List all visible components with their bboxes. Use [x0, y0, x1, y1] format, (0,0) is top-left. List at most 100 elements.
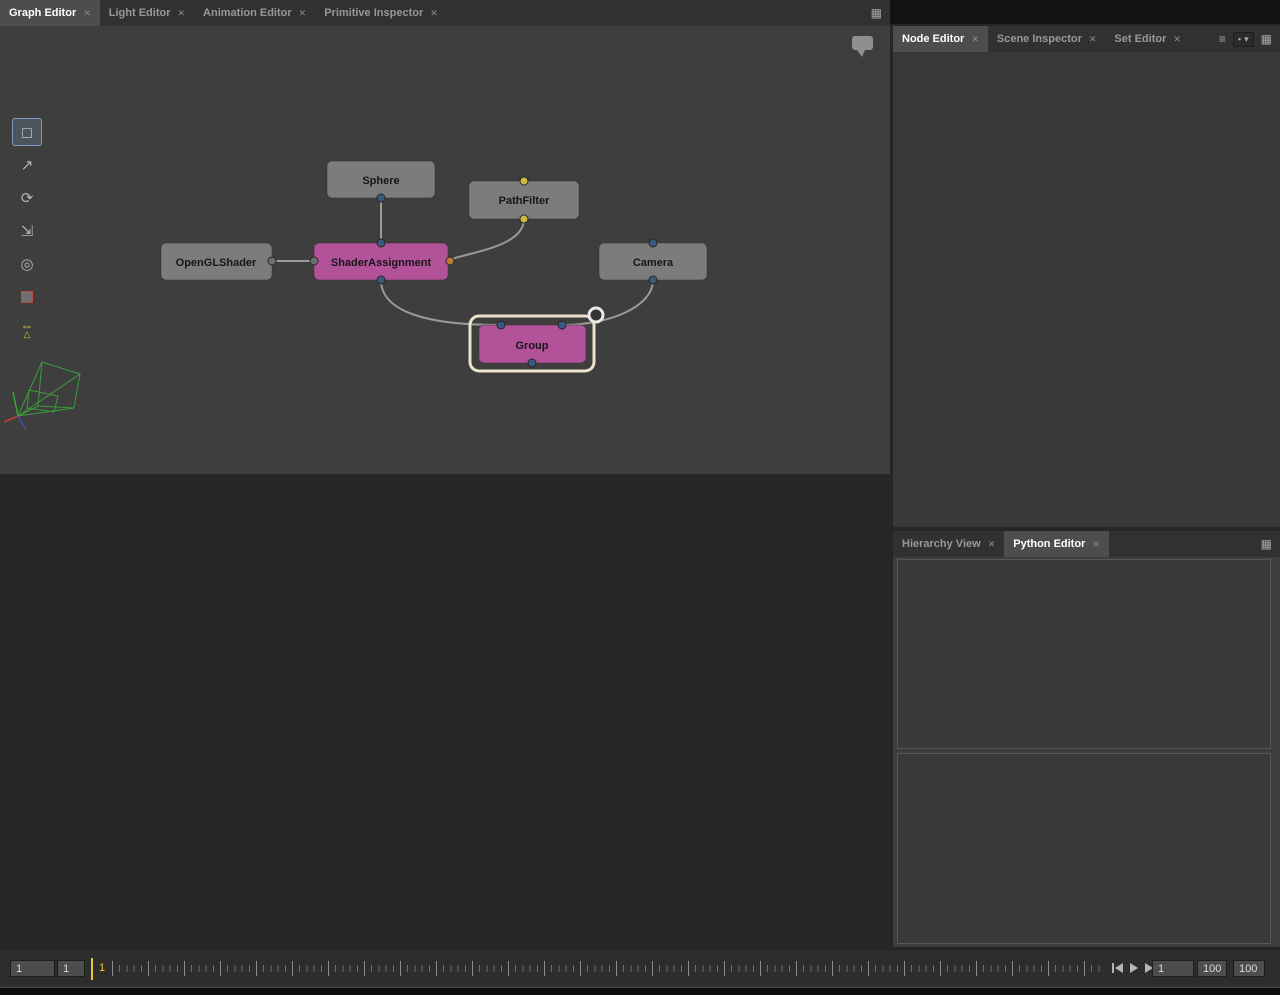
graph-node-pathfilter[interactable]: PathFilter	[469, 181, 579, 219]
window-edge	[0, 987, 1280, 995]
scale-tool[interactable]: ⇲	[12, 217, 42, 245]
plug-pathfilter-out[interactable]	[520, 215, 528, 223]
playhead-label: 1	[99, 962, 105, 974]
wire-camera-group[interactable]	[564, 280, 653, 325]
range-end-field[interactable]: 100	[1197, 960, 1227, 977]
numeric-bookmark-icon[interactable]: ≡	[1219, 32, 1226, 46]
plug-camera-out[interactable]	[649, 276, 657, 284]
plug-shaderassignment-shader[interactable]	[310, 257, 318, 265]
tab-label: Primitive Inspector	[324, 7, 423, 19]
rotate-tool[interactable]: ⟳	[12, 184, 42, 212]
tab-python-editor[interactable]: Python Editor ✕	[1004, 531, 1109, 557]
graph-editor-panel: Graph Editor ✕ Light Editor ✕ Animation …	[0, 0, 890, 474]
play-button[interactable]	[1130, 963, 1138, 973]
translate-tool[interactable]: ↗	[12, 151, 42, 179]
layout-grid-icon[interactable]: ▦	[871, 6, 882, 20]
close-tab-icon[interactable]: ✕	[178, 8, 186, 19]
bottom-right-tabbar: Hierarchy View ✕ Python Editor ✕ ▦	[893, 531, 1280, 557]
crop-window-icon	[21, 291, 33, 303]
range-start-value: 1	[16, 963, 22, 975]
bottom-right-panel: Hierarchy View ✕ Python Editor ✕ ▦	[893, 531, 1280, 947]
vertical-splitter[interactable]	[890, 26, 893, 947]
node-graph-canvas[interactable]: Sphere PathFilter OpenGLShader ShaderAss…	[0, 26, 890, 474]
camera-tool-base-icon: △	[24, 330, 31, 338]
right-horizontal-splitter[interactable]	[893, 527, 1280, 531]
tab-label: Light Editor	[109, 7, 171, 19]
annotation-icon[interactable]	[852, 36, 873, 57]
node-label: PathFilter	[499, 195, 550, 207]
crop-window-tool[interactable]	[12, 283, 42, 311]
camera-tool[interactable]: ⇔△	[12, 316, 42, 344]
close-tab-icon[interactable]: ✕	[988, 539, 996, 550]
tab-light-editor[interactable]: Light Editor ✕	[100, 0, 194, 26]
python-output-area[interactable]	[897, 559, 1271, 749]
plug-camera-in[interactable]	[649, 239, 657, 247]
plug-sphere-out[interactable]	[377, 194, 385, 202]
close-tab-icon[interactable]: ✕	[83, 8, 91, 19]
graph-node-openglshader[interactable]: OpenGLShader	[161, 243, 272, 280]
transport-controls	[1112, 963, 1156, 973]
tab-animation-editor[interactable]: Animation Editor ✕	[194, 0, 315, 26]
graph-node-shaderassignment[interactable]: ShaderAssignment	[314, 243, 448, 280]
tab-node-editor[interactable]: Node Editor ✕	[893, 26, 988, 52]
range-start-field[interactable]: 1	[10, 960, 55, 977]
close-tab-icon[interactable]: ✕	[1092, 539, 1100, 550]
chevron-down-icon: ▾	[1244, 34, 1249, 45]
plug-group-in0[interactable]	[497, 321, 505, 329]
tab-label: Graph Editor	[9, 7, 76, 19]
graph-tabbar: Graph Editor ✕ Light Editor ✕ Animation …	[0, 0, 890, 26]
plug-shaderassignment-filter[interactable]	[446, 257, 454, 265]
wire-shaderassignment-group[interactable]	[381, 280, 499, 325]
python-input-area[interactable]	[897, 753, 1271, 944]
tab-graph-editor[interactable]: Graph Editor ✕	[0, 0, 100, 26]
close-tab-icon[interactable]: ✕	[299, 8, 307, 19]
current-frame-value: 1	[1158, 963, 1164, 975]
tab-primitive-inspector[interactable]: Primitive Inspector ✕	[315, 0, 447, 26]
major-ticks	[112, 961, 1104, 976]
tab-label: Set Editor	[1114, 33, 1166, 45]
viewer-tools: ◻ ↗ ⟳ ⇲ ◎ ⇔△	[12, 118, 42, 344]
wire-pathfilter-shaderassignment[interactable]	[452, 219, 524, 259]
select-tool[interactable]: ◻	[12, 118, 42, 146]
translate-tool-icon: ↗	[21, 156, 34, 174]
node-editor-tabbar: Node Editor ✕ Scene Inspector ✕ Set Edit…	[893, 26, 1280, 52]
rotate-tool-icon: ⟳	[21, 189, 34, 207]
range-end-value: 100	[1203, 963, 1221, 975]
tab-label: Scene Inspector	[997, 33, 1082, 45]
skip-start-button[interactable]	[1112, 963, 1123, 973]
tab-label: Node Editor	[902, 33, 964, 45]
plug-openglshader-out[interactable]	[268, 257, 276, 265]
playhead-marker[interactable]	[91, 958, 93, 980]
plug-group-out[interactable]	[528, 359, 536, 367]
tab-label: Hierarchy View	[902, 538, 981, 550]
tab-set-editor[interactable]: Set Editor ✕	[1105, 26, 1190, 52]
left-horizontal-splitter[interactable]	[0, 470, 890, 473]
graph-node-camera[interactable]: Camera	[599, 243, 707, 280]
close-tab-icon[interactable]: ✕	[1089, 34, 1097, 45]
transform-tool-icon: ◎	[20, 255, 33, 273]
range-end-alt-field[interactable]: 100	[1233, 960, 1265, 977]
camera-gizmo	[2, 352, 94, 444]
tab-scene-inspector[interactable]: Scene Inspector ✕	[988, 26, 1106, 52]
layout-grid-icon[interactable]: ▦	[1261, 32, 1272, 46]
range-end-alt-value: 100	[1239, 963, 1257, 975]
close-tab-icon[interactable]: ✕	[971, 34, 979, 45]
plug-pathfilter-in[interactable]	[520, 177, 528, 185]
close-tab-icon[interactable]: ✕	[1173, 34, 1181, 45]
range-start-alt-field[interactable]: 1	[57, 960, 85, 977]
node-label: Camera	[633, 257, 674, 269]
square-icon: ▪	[1238, 34, 1241, 44]
transform-tool[interactable]: ◎	[12, 250, 42, 278]
node-set-dropdown[interactable]: ▪ ▾	[1233, 32, 1254, 47]
timeline-scrubber[interactable]	[112, 950, 1104, 987]
layout-grid-icon[interactable]: ▦	[1261, 537, 1272, 551]
plug-shaderassignment-in[interactable]	[377, 239, 385, 247]
plug-group-in1[interactable]	[558, 321, 566, 329]
focus-ring-icon[interactable]	[589, 308, 603, 322]
plug-shaderassignment-out[interactable]	[377, 276, 385, 284]
current-frame-field[interactable]: 1	[1152, 960, 1194, 977]
graph-node-group[interactable]: Group	[479, 325, 586, 363]
close-tab-icon[interactable]: ✕	[430, 8, 438, 19]
tab-hierarchy-view[interactable]: Hierarchy View ✕	[893, 531, 1004, 557]
graph-node-sphere[interactable]: Sphere	[327, 161, 435, 198]
